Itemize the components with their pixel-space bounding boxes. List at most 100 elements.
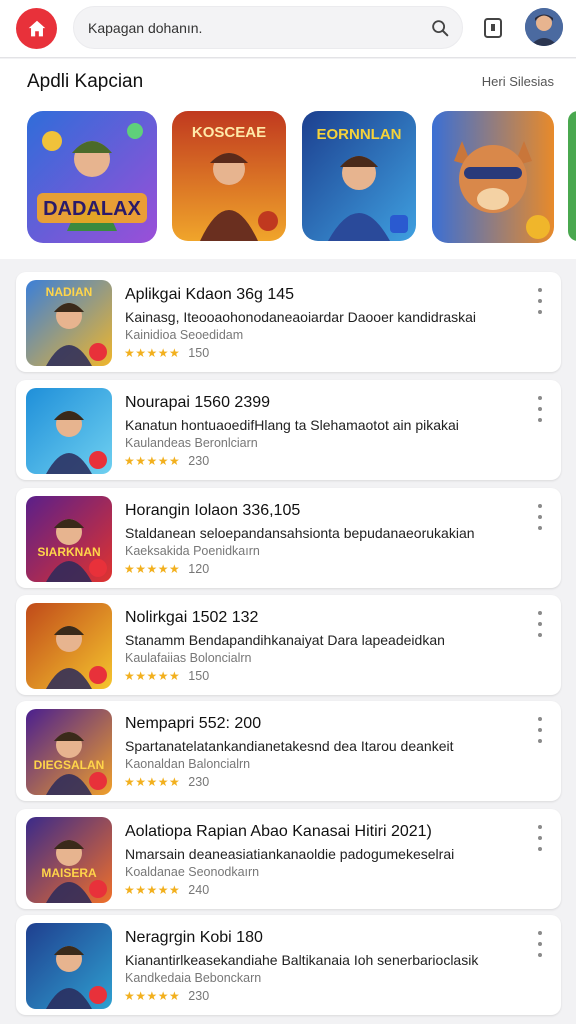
featured-section: Apdli Kapcian Heri Silesias DADALAX KOSC… [0,59,576,259]
avatar[interactable] [525,8,563,46]
app-description: Spartanatelatankandianetakesnd dea Itaro… [125,738,454,754]
app-thumbnail-icon [26,603,112,689]
app-description: Staldanean seloepandansahsionta bepudana… [125,525,475,541]
more-options-icon[interactable] [533,611,547,637]
search-input[interactable] [88,7,418,48]
rating-count: 230 [188,775,210,789]
app-list-item[interactable]: NADIAN Aplikgai Kdaon 36g 145 Kainasg, Ite… [16,272,561,372]
app-name[interactable]: Neragrgin Kobi 180 [125,929,263,947]
more-options-icon[interactable] [533,825,547,851]
app-rating: ★★★★★ 150 [124,346,209,360]
featured-tile[interactable]: KOSCEAE [172,111,286,241]
tile-title: EORNNLAN [317,126,402,143]
app-developer: Kaeksakida Poenidkaırn [125,544,260,558]
app-list-item[interactable]: MAISERA Aolatiopa Rapian Abao Kanasai Hit… [16,809,561,909]
star-rating-icon: ★★★★★ [124,989,181,1003]
app-name[interactable]: Nempapri 552: 200 [125,715,261,733]
badge-icon [89,880,107,898]
home-button[interactable] [16,8,57,49]
tabs-icon [484,18,502,38]
tile-title: DADALAX [43,198,141,220]
app-description: Kianantirlkeasekandiahe Baltikanaia Ioh … [125,952,479,968]
app-developer: Kaonaldan Baloncialrn [125,757,251,771]
badge-icon [89,559,107,577]
more-options-icon[interactable] [533,396,547,422]
app-list-item[interactable]: Neragrgin Kobi 180 Kianantirlkeasekandiah… [16,915,561,1015]
app-icon[interactable]: NADIAN [26,280,112,366]
rating-count: 150 [188,669,210,683]
app-developer: Kainidioa Seoedidam [125,328,244,342]
tile-title: KOSCEAE [192,124,266,141]
app-list-item[interactable]: DIEGSALAN Nempapri 552: 200 Spartanatelata… [16,701,561,801]
app-rating: ★★★★★ 240 [124,883,209,897]
app-name[interactable]: Aolatiopa Rapian Abao Kanasai Hitiri 202… [125,823,432,841]
badge-icon [89,666,107,684]
app-thumbnail-icon: DIEGSALAN [26,709,112,795]
game-art: DADALAX [27,111,157,243]
app-rating: ★★★★★ 150 [124,669,209,683]
badge-icon [89,343,107,361]
star-rating-icon: ★★★★★ [124,775,181,789]
home-icon [28,20,45,36]
featured-tile[interactable] [432,111,554,243]
badge-icon [89,986,107,1004]
app-description: Stanamm Bendapandihkanaiyat Dara lapeade… [125,632,445,648]
see-all-link[interactable]: Heri Silesias [482,74,554,89]
app-developer: Kaulandeas Beronlciarn [125,436,258,450]
app-list-item[interactable]: Nourapai 1560 2399 Kanatun hontuaoedifHla… [16,380,561,480]
app-description: Kainasg, Iteooaohonodaneaoiardar Daooer … [125,309,477,325]
app-icon[interactable] [26,923,112,1009]
app-thumbnail-icon [26,923,112,1009]
app-list-item[interactable]: Nolirkgai 1502 132 Stanamm Bendapandihkan… [16,595,561,695]
app-rating: ★★★★★ 120 [124,562,209,576]
tabs-button[interactable] [478,13,508,43]
search-bar[interactable] [73,6,463,49]
app-description: Kanatun hontuaoedifHlang ta Slehamaotot … [125,417,459,433]
app-thumbnail-icon: MAISERA [26,817,112,903]
rating-count: 240 [188,883,210,897]
more-options-icon[interactable] [533,288,547,314]
app-rating: ★★★★★ 230 [124,775,209,789]
game-art: KOSCEAE [172,111,286,241]
app-developer: Koaldanae Seonodkaırn [125,865,260,879]
app-developer: Kaulafaiias Boloncialrn [125,651,252,665]
app-name[interactable]: Horangin Iolaon 336,105 [125,502,300,520]
app-icon[interactable] [26,603,112,689]
top-bar [0,0,576,58]
star-rating-icon: ★★★★★ [124,883,181,897]
badge-icon [89,772,107,790]
app-icon[interactable]: MAISERA [26,817,112,903]
thumb-title: DIEGSALAN [34,758,105,772]
more-options-icon[interactable] [533,931,547,957]
more-options-icon[interactable] [533,717,547,743]
app-rating: ★★★★★ 230 [124,989,209,1003]
thumb-title: MAISERA [41,866,97,880]
section-title: Apdli Kapcian [27,71,144,92]
app-developer: Kandkedaia Bebonckarn [125,971,262,985]
app-thumbnail-icon: SIARKNAN [26,496,112,582]
featured-tile[interactable]: EORNNLAN [302,111,416,241]
app-thumbnail-icon: NADIAN [26,280,112,366]
featured-tile[interactable]: DADALAX [27,111,157,243]
app-rating: ★★★★★ 230 [124,454,209,468]
badge-icon [89,451,107,469]
more-options-icon[interactable] [533,504,547,530]
app-icon[interactable]: DIEGSALAN [26,709,112,795]
app-name[interactable]: Nolirkgai 1502 132 [125,609,258,627]
featured-tile-peek[interactable] [568,111,576,241]
star-rating-icon: ★★★★★ [124,669,181,683]
app-description: Nmarsain deaneasiatiankanaoldie padogume… [125,846,455,862]
avatar-image [525,8,563,46]
rating-count: 230 [188,454,210,468]
app-name[interactable]: Aplikgai Kdaon 36g 145 [125,286,294,304]
rating-count: 230 [188,989,210,1003]
app-icon[interactable]: SIARKNAN [26,496,112,582]
star-rating-icon: ★★★★★ [124,346,181,360]
rating-count: 120 [188,562,210,576]
thumb-title: SIARKNAN [37,545,100,559]
star-rating-icon: ★★★★★ [124,454,181,468]
search-icon[interactable] [429,17,451,39]
app-icon[interactable] [26,388,112,474]
app-list-item[interactable]: SIARKNAN Horangin Iolaon 336,105 Staldanea… [16,488,561,588]
app-name[interactable]: Nourapai 1560 2399 [125,394,270,412]
